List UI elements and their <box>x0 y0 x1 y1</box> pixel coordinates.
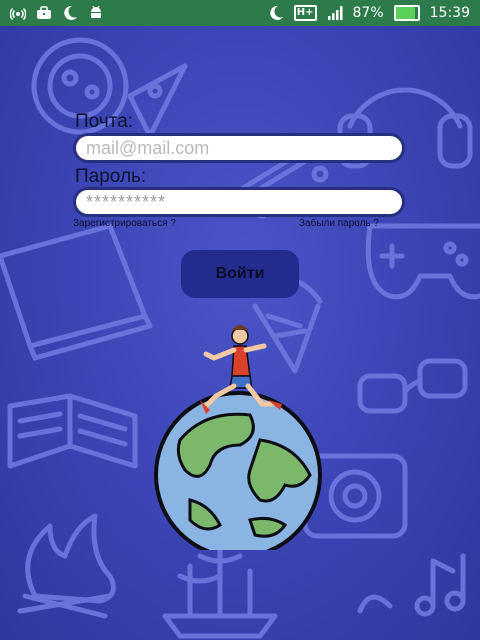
network-icon: H+ <box>293 5 317 21</box>
laptop-doodle-icon <box>0 223 153 361</box>
register-link[interactable]: Зарегистрироваться ? <box>73 218 176 229</box>
moon-icon <box>64 5 77 20</box>
glasses-doodle-icon <box>357 358 468 414</box>
briefcase-icon <box>37 6 51 19</box>
signal-icon <box>327 6 343 20</box>
runner-on-globe-illustration <box>154 325 322 550</box>
email-field[interactable] <box>76 136 402 160</box>
music-notes-doodle-icon <box>357 553 466 617</box>
battery-percent: 87% <box>352 5 384 21</box>
status-bar-left <box>10 5 104 21</box>
battery-fill <box>395 7 415 19</box>
password-field[interactable] <box>76 190 402 214</box>
status-bar: H+ 87% 15:39 <box>0 0 480 26</box>
battery-icon <box>393 5 420 21</box>
ship-doodle-icon <box>162 543 278 639</box>
globe-icon <box>154 391 322 550</box>
moon-icon <box>270 5 283 20</box>
android-icon <box>91 5 101 18</box>
clock: 15:39 <box>429 5 470 21</box>
book-doodle-icon <box>7 393 138 469</box>
status-bar-right: H+ 87% 15:39 <box>268 5 470 21</box>
gamepad-doodle-icon <box>365 223 480 300</box>
forgot-password-link[interactable]: Забыли пароль ? <box>299 218 379 229</box>
hotspot-icon <box>10 7 26 21</box>
email-label: Почта: <box>75 111 134 132</box>
login-button[interactable]: Войти <box>181 250 299 298</box>
password-label: Пароль: <box>75 166 147 187</box>
fire-doodle-icon <box>17 513 116 619</box>
